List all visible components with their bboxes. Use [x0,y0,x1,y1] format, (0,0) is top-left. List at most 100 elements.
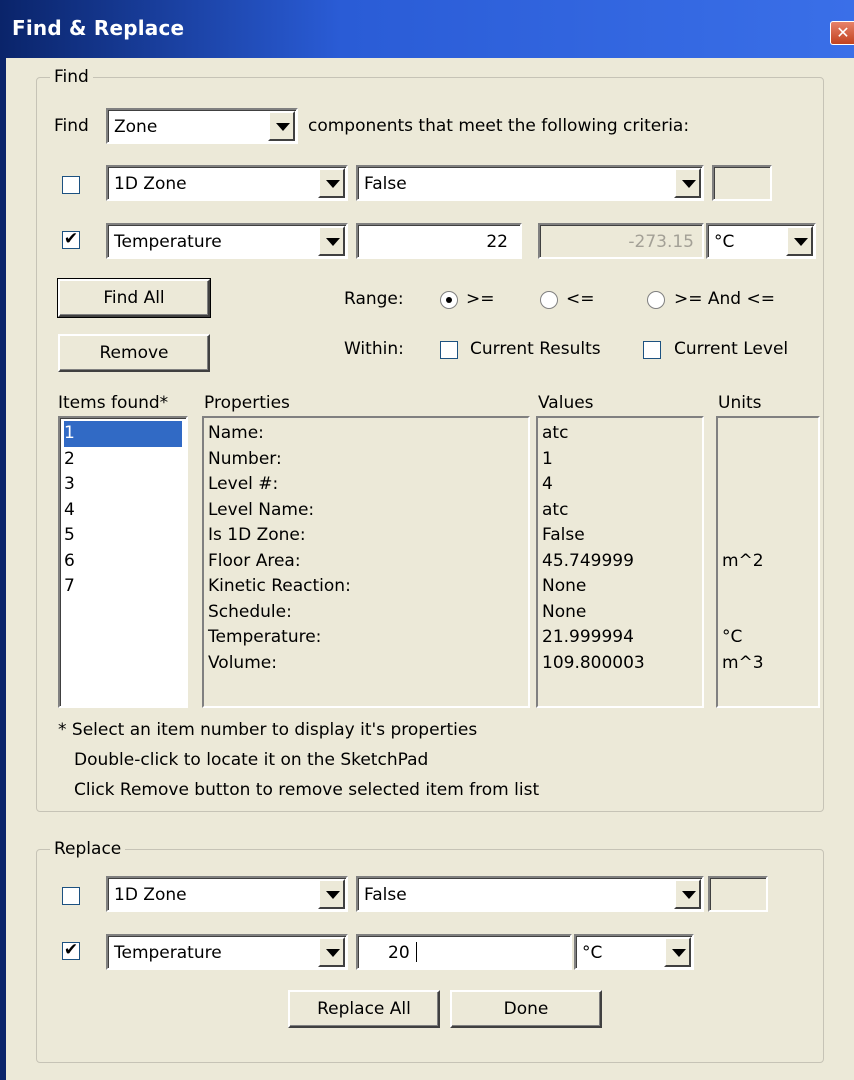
property-value: False [542,525,585,545]
checkmark-icon: ✔ [63,940,79,960]
list-item[interactable]: 1 [64,421,182,447]
units-panel: m^2 °C m^3 [716,416,820,708]
title-bar[interactable]: Find & Replace ✕ [0,0,854,58]
within-label: Within: [344,339,404,359]
values-header: Values [538,393,594,413]
find-replace-dialog: Find & Replace ✕ Find Find Zone componen… [0,0,854,1080]
replace-criteria1-checkbox[interactable] [62,887,80,905]
chevron-down-icon[interactable] [318,937,345,967]
property-name: Name: [208,423,264,443]
replace-all-button[interactable]: Replace All [288,990,440,1028]
property-value: 45.749999 [542,550,634,571]
find-unit-dropdown[interactable]: °C [706,223,816,259]
dialog-title: Find & Replace [12,16,185,40]
within-current-level-label: Current Level [674,339,789,359]
done-button[interactable]: Done [450,990,602,1028]
replace-criteria2-property-dropdown[interactable]: Temperature [106,934,348,970]
range-label: Range: [344,289,404,309]
units-header: Units [718,393,762,413]
replace-unit-dropdown[interactable]: °C [574,934,694,970]
list-item[interactable]: 3 [64,472,75,498]
range-lte-label: <= [566,289,595,309]
criteria-description: components that meet the following crite… [308,116,690,136]
within-current-results-label: Current Results [470,339,601,359]
property-unit: m^2 [722,550,764,571]
chevron-down-icon[interactable] [674,168,701,198]
within-current-results-checkbox[interactable] [440,341,458,359]
range-gte-label: >= [466,289,495,309]
property-name: Volume: [208,652,277,673]
property-name: Level #: [208,474,279,494]
find-criteria1-value: False [364,174,407,194]
chevron-down-icon[interactable] [664,937,691,967]
chevron-down-icon[interactable] [318,168,345,198]
replace-criteria1-property: 1D Zone [114,885,187,905]
find-criteria2-property-dropdown[interactable]: Temperature [106,223,348,259]
dialog-client-area: Find Find Zone components that meet the … [6,58,854,1080]
replace-criteria2-checkbox[interactable]: ✔ [62,942,80,960]
replace-criteria2-property: Temperature [114,943,222,963]
find-all-button[interactable]: Find All [57,278,211,318]
find-criteria1-value-dropdown[interactable]: False [356,165,704,201]
replace-unit-value: °C [582,943,603,963]
help-note-double-click: Double-click to locate it on the SketchP… [74,750,429,770]
component-type-value: Zone [114,117,158,137]
remove-button[interactable]: Remove [58,334,210,372]
find-label: Find [54,116,89,136]
find-criteria1-property-dropdown[interactable]: 1D Zone [106,165,348,201]
properties-panel: Name: Number: Level #: Level Name: Is 1D… [202,416,530,708]
range-between-label: >= And <= [674,289,775,309]
find-criteria1-property: 1D Zone [114,174,187,194]
property-name: Schedule: [208,601,292,622]
property-name: Number: [208,448,282,469]
find-criteria2-checkbox[interactable]: ✔ [62,231,80,249]
property-unit: °C [722,627,743,647]
property-unit: m^3 [722,652,764,673]
property-value: 4 [542,474,553,494]
values-panel: atc 1 4 atc False 45.749999 None None 21… [536,416,704,708]
property-value: atc [542,423,569,443]
find-temperature-input[interactable]: 22 [356,223,522,259]
replace-criteria1-property-dropdown[interactable]: 1D Zone [106,876,348,912]
range-gte-radio[interactable] [440,291,458,309]
items-found-list[interactable]: 1 2 3 4 5 6 7 [58,416,188,708]
property-name: Kinetic Reaction: [208,576,351,596]
property-name: Floor Area: [208,550,301,571]
list-item[interactable]: 4 [64,498,75,524]
properties-header: Properties [204,393,290,413]
property-name: Is 1D Zone: [208,525,306,545]
chevron-down-icon[interactable] [318,879,345,909]
items-found-header: Items found* [58,393,169,413]
find-criteria1-extra-field [712,165,772,201]
replace-criteria1-value-dropdown[interactable]: False [356,876,704,912]
replace-temperature-input[interactable]: 20 [356,934,572,970]
list-item[interactable]: 2 [64,447,75,473]
chevron-down-icon[interactable] [268,111,295,141]
list-item[interactable]: 5 [64,523,75,549]
within-current-level-checkbox[interactable] [643,341,661,359]
text-cursor [416,942,417,962]
chevron-down-icon[interactable] [786,226,813,256]
property-value: 1 [542,448,553,469]
range-between-radio[interactable] [647,291,665,309]
help-note-remove: Click Remove button to remove selected i… [74,780,540,800]
range-lte-radio[interactable] [540,291,558,309]
chevron-down-icon[interactable] [674,879,701,909]
find-group-legend: Find [50,67,93,87]
replace-criteria1-value: False [364,885,407,905]
property-value: None [542,601,587,622]
property-name: Temperature: [208,627,322,647]
find-unit-value: °C [714,232,735,252]
replace-group-legend: Replace [50,839,126,859]
component-type-dropdown[interactable]: Zone [106,108,298,144]
list-item[interactable]: 7 [64,574,75,600]
chevron-down-icon[interactable] [318,226,345,256]
property-value: None [542,576,587,596]
property-value: atc [542,499,569,520]
find-criteria1-checkbox[interactable] [62,176,80,194]
close-icon[interactable]: ✕ [830,21,854,45]
list-item[interactable]: 6 [64,549,75,575]
find-criteria2-property: Temperature [114,232,222,252]
checkmark-icon: ✔ [63,229,79,249]
help-note-select: * Select an item number to display it's … [58,720,478,740]
